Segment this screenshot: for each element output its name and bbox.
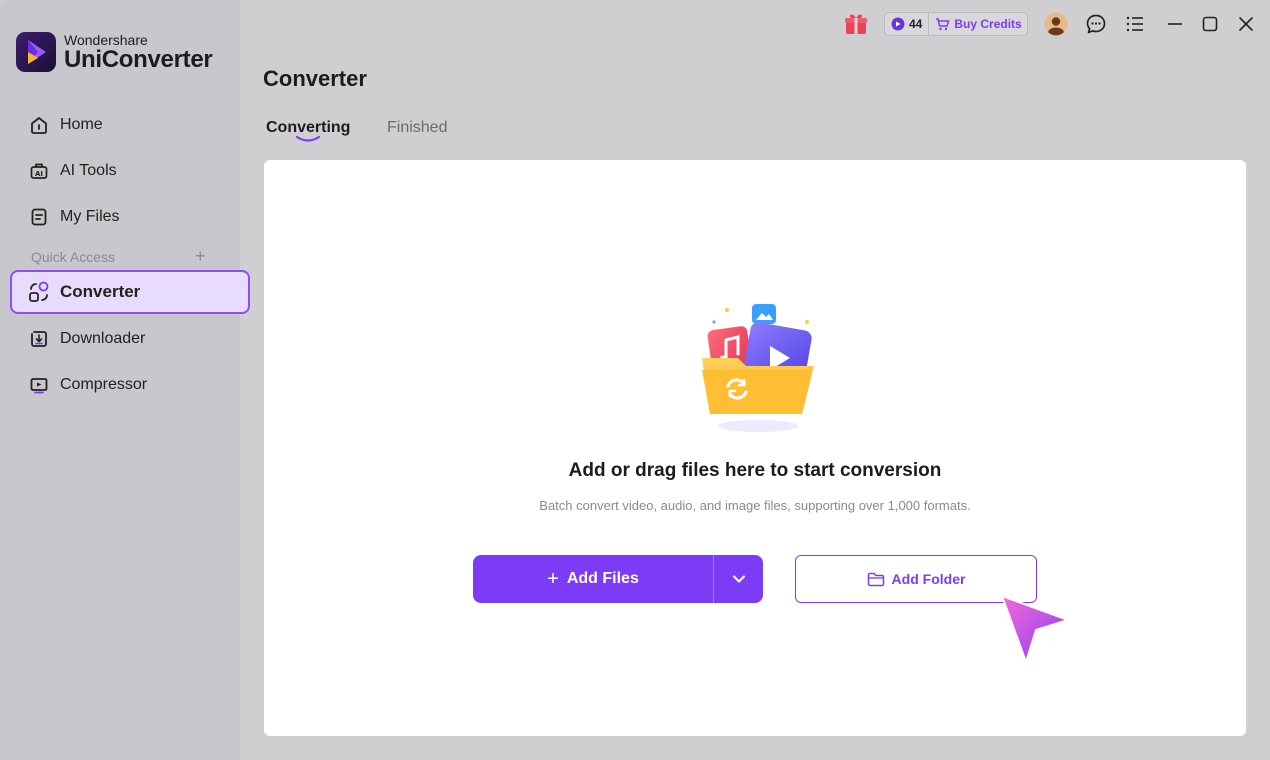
credits-coin-icon — [891, 17, 905, 31]
home-icon — [28, 114, 50, 136]
sidebar-item-label: Home — [60, 116, 103, 133]
drop-title: Add or drag files here to start conversi… — [568, 460, 942, 481]
credits-widget[interactable]: 44 Buy Credits — [884, 12, 1028, 36]
quick-access-label: Quick Access — [31, 249, 116, 265]
avatar-icon[interactable] — [1044, 12, 1068, 41]
svg-text:AI: AI — [35, 170, 43, 178]
sidebar-item-home[interactable]: Home — [12, 103, 248, 147]
sidebar-item-label: Downloader — [60, 330, 146, 347]
sidebar-item-label: Compressor — [60, 376, 148, 393]
app-logo: Wondershare UniConverter — [16, 31, 213, 73]
add-files-button[interactable]: + Add Files — [473, 555, 714, 603]
sidebar-item-ai-tools[interactable]: AI AI Tools — [12, 149, 248, 193]
compressor-icon — [28, 374, 50, 396]
add-files-split-button: + Add Files — [473, 555, 763, 603]
my-files-icon — [28, 206, 50, 228]
menu-icon[interactable] — [1124, 13, 1146, 40]
add-files-dropdown-button[interactable] — [714, 555, 763, 603]
sidebar-item-label: My Files — [60, 208, 120, 225]
downloader-icon — [28, 328, 50, 350]
sidebar-item-label: AI Tools — [60, 162, 117, 179]
add-quick-access-icon[interactable]: + — [195, 246, 206, 267]
folder-icon — [867, 572, 884, 586]
maximize-icon[interactable] — [1199, 13, 1221, 40]
folder-media-illustration-icon — [690, 296, 825, 441]
sidebar-item-label: Converter — [60, 282, 141, 301]
brand-name: UniConverter — [64, 45, 213, 73]
active-tab-indicator — [295, 135, 321, 142]
sidebar-item-converter[interactable]: Converter — [10, 270, 250, 314]
minimize-icon[interactable] — [1164, 13, 1186, 40]
uniconverter-logo-icon — [16, 32, 56, 72]
sidebar: Wondershare UniConverter Home AI AI Tool… — [0, 0, 250, 760]
feedback-icon[interactable] — [1085, 13, 1107, 40]
buy-credits-button[interactable]: Buy Credits — [929, 17, 1022, 31]
chevron-down-icon — [732, 575, 745, 583]
close-icon[interactable] — [1235, 13, 1257, 40]
tab-finished[interactable]: Finished — [387, 119, 447, 137]
converter-icon — [28, 281, 50, 303]
sidebar-item-downloader[interactable]: Downloader — [12, 317, 248, 361]
tab-converting[interactable]: Converting — [266, 119, 350, 142]
credits-count: 44 — [885, 13, 930, 35]
sidebar-item-my-files[interactable]: My Files — [12, 195, 248, 239]
pointer-cursor-icon — [996, 590, 1072, 671]
drop-subtitle: Batch convert video, audio, and image fi… — [539, 498, 971, 513]
plus-icon: + — [547, 567, 559, 590]
drop-zone[interactable] — [264, 160, 1246, 736]
ai-tools-icon: AI — [28, 160, 50, 182]
cart-icon — [936, 17, 950, 30]
page-title: Converter — [263, 66, 367, 91]
brand-small: Wondershare — [64, 31, 148, 48]
gift-icon[interactable] — [843, 11, 869, 42]
sidebar-item-compressor[interactable]: Compressor — [12, 363, 248, 407]
